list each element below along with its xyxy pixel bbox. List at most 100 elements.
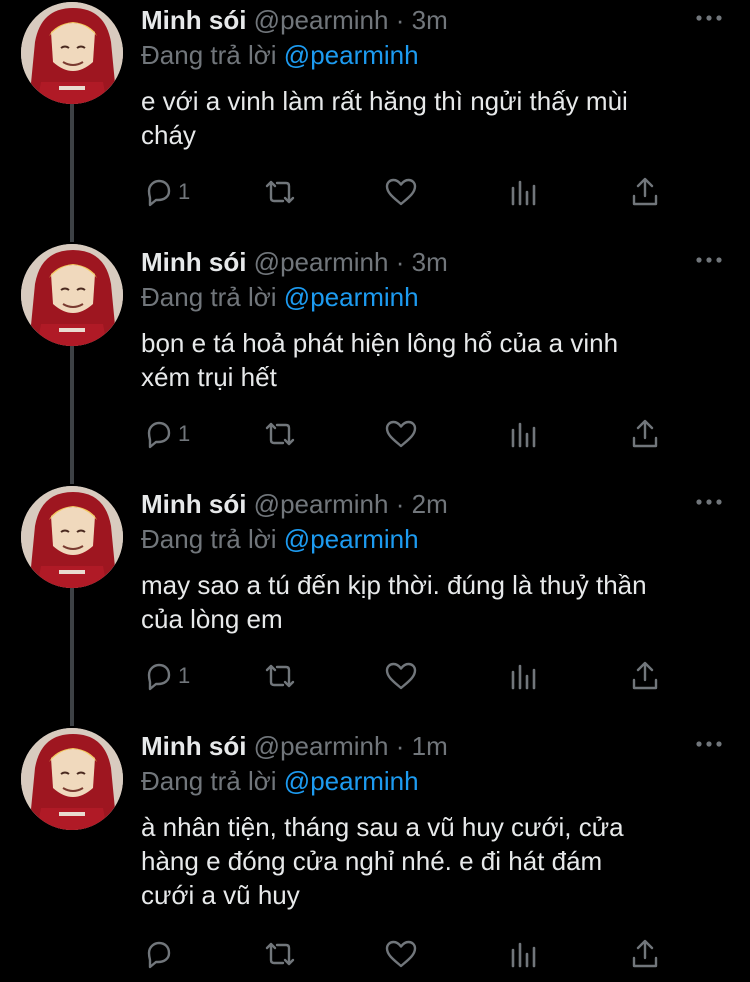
reply-icon (142, 660, 174, 692)
like-button[interactable] (384, 174, 418, 210)
tweet-text-line: cưới a vũ huy (141, 880, 300, 910)
share-button[interactable] (630, 658, 660, 694)
user-handle[interactable]: @pearminh (254, 489, 389, 519)
more-icon[interactable] (694, 492, 724, 512)
timestamp[interactable]: 3m (412, 5, 448, 35)
share-button[interactable] (630, 936, 660, 972)
display-name[interactable]: Minh sói (141, 5, 246, 35)
avatar[interactable] (21, 244, 123, 346)
tweet-header: Minh sói @pearminh · 2m (141, 488, 448, 520)
tweet-text-line: bọn e tá hoả phát hiện lông hổ của a vin… (141, 328, 619, 358)
tweet-header: Minh sói @pearminh · 1m (141, 730, 448, 762)
replying-to: Đang trả lời @pearminh (141, 765, 419, 797)
replying-to-label: Đang trả lời (141, 282, 277, 312)
views-icon (509, 938, 539, 970)
retweet-button[interactable] (261, 416, 299, 452)
separator-dot: · (395, 247, 405, 277)
reply-count: 1 (178, 663, 191, 688)
views-icon (509, 176, 539, 208)
separator-dot: · (395, 5, 405, 35)
share-button[interactable] (630, 174, 660, 210)
display-name[interactable]: Minh sói (141, 731, 246, 761)
thread-line (70, 104, 74, 242)
replying-to-label: Đang trả lời (141, 766, 277, 796)
thread-line (70, 588, 74, 726)
mention-link[interactable]: @pearminh (284, 766, 419, 796)
replying-to: Đang trả lời @pearminh (141, 39, 419, 71)
retweet-button[interactable] (261, 936, 299, 972)
mention-link[interactable]: @pearminh (284, 40, 419, 70)
views-icon (509, 660, 539, 692)
avatar[interactable] (21, 2, 123, 104)
tweet-text: e với a vinh làm rất hăng thì ngửi thấy … (141, 84, 731, 152)
reply-button[interactable]: 1 (142, 174, 190, 210)
views-button[interactable] (509, 936, 539, 972)
thread-line (70, 346, 74, 484)
like-icon (384, 176, 418, 208)
timestamp[interactable]: 1m (412, 731, 448, 761)
like-button[interactable] (384, 936, 418, 972)
display-name[interactable]: Minh sói (141, 247, 246, 277)
tweet-text: bọn e tá hoả phát hiện lông hổ của a vin… (141, 326, 731, 394)
reply-button[interactable]: 1 (142, 416, 190, 452)
reply-icon (142, 418, 174, 450)
avatar[interactable] (21, 486, 123, 588)
retweet-icon (261, 938, 299, 970)
views-icon (509, 418, 539, 450)
replying-to: Đang trả lời @pearminh (141, 281, 419, 313)
mention-link[interactable]: @pearminh (284, 524, 419, 554)
more-icon[interactable] (694, 8, 724, 28)
tweet-text-line: xém trụi hết (141, 362, 277, 392)
reply-count: 1 (178, 421, 191, 446)
like-button[interactable] (384, 416, 418, 452)
replying-to: Đang trả lời @pearminh (141, 523, 419, 555)
tweet-text-line: e với a vinh làm rất hăng thì ngửi thấy … (141, 86, 628, 116)
retweet-button[interactable] (261, 174, 299, 210)
views-button[interactable] (509, 416, 539, 452)
like-icon (384, 418, 418, 450)
display-name[interactable]: Minh sói (141, 489, 246, 519)
separator-dot: · (395, 731, 405, 761)
views-button[interactable] (509, 174, 539, 210)
like-button[interactable] (384, 658, 418, 694)
user-handle[interactable]: @pearminh (254, 247, 389, 277)
user-handle[interactable]: @pearminh (254, 5, 389, 35)
share-icon (630, 418, 660, 450)
tweet-actions: 1 (0, 416, 750, 452)
retweet-icon (261, 660, 299, 692)
replying-to-label: Đang trả lời (141, 40, 277, 70)
timestamp[interactable]: 3m (412, 247, 448, 277)
reply-icon (142, 176, 174, 208)
tweet-header: Minh sói @pearminh · 3m (141, 246, 448, 278)
more-icon[interactable] (694, 734, 724, 754)
share-icon (630, 938, 660, 970)
timestamp[interactable]: 2m (412, 489, 448, 519)
reply-button[interactable] (142, 936, 178, 972)
tweet-text: à nhân tiện, tháng sau a vũ huy cưới, cử… (141, 810, 731, 912)
reply-count: 1 (178, 179, 191, 204)
tweet-header: Minh sói @pearminh · 3m (141, 4, 448, 36)
like-icon (384, 938, 418, 970)
mention-link[interactable]: @pearminh (284, 282, 419, 312)
views-button[interactable] (509, 658, 539, 694)
more-icon[interactable] (694, 250, 724, 270)
share-icon (630, 660, 660, 692)
retweet-icon (261, 418, 299, 450)
tweet-actions: 1 (0, 658, 750, 694)
tweet-text-line: của lòng em (141, 604, 283, 634)
reply-icon (142, 938, 174, 970)
replying-to-label: Đang trả lời (141, 524, 277, 554)
tweet-text-line: à nhân tiện, tháng sau a vũ huy cưới, cử… (141, 812, 624, 842)
retweet-icon (261, 176, 299, 208)
retweet-button[interactable] (261, 658, 299, 694)
user-handle[interactable]: @pearminh (254, 731, 389, 761)
tweet-actions (0, 936, 750, 972)
share-button[interactable] (630, 416, 660, 452)
reply-button[interactable]: 1 (142, 658, 190, 694)
tweet-text: may sao a tú đến kịp thời. đúng là thuỷ … (141, 568, 731, 636)
tweet-text-line: cháy (141, 120, 196, 150)
tweet-actions: 1 (0, 174, 750, 210)
like-icon (384, 660, 418, 692)
avatar[interactable] (21, 728, 123, 830)
tweet-text-line: may sao a tú đến kịp thời. đúng là thuỷ … (141, 570, 647, 600)
